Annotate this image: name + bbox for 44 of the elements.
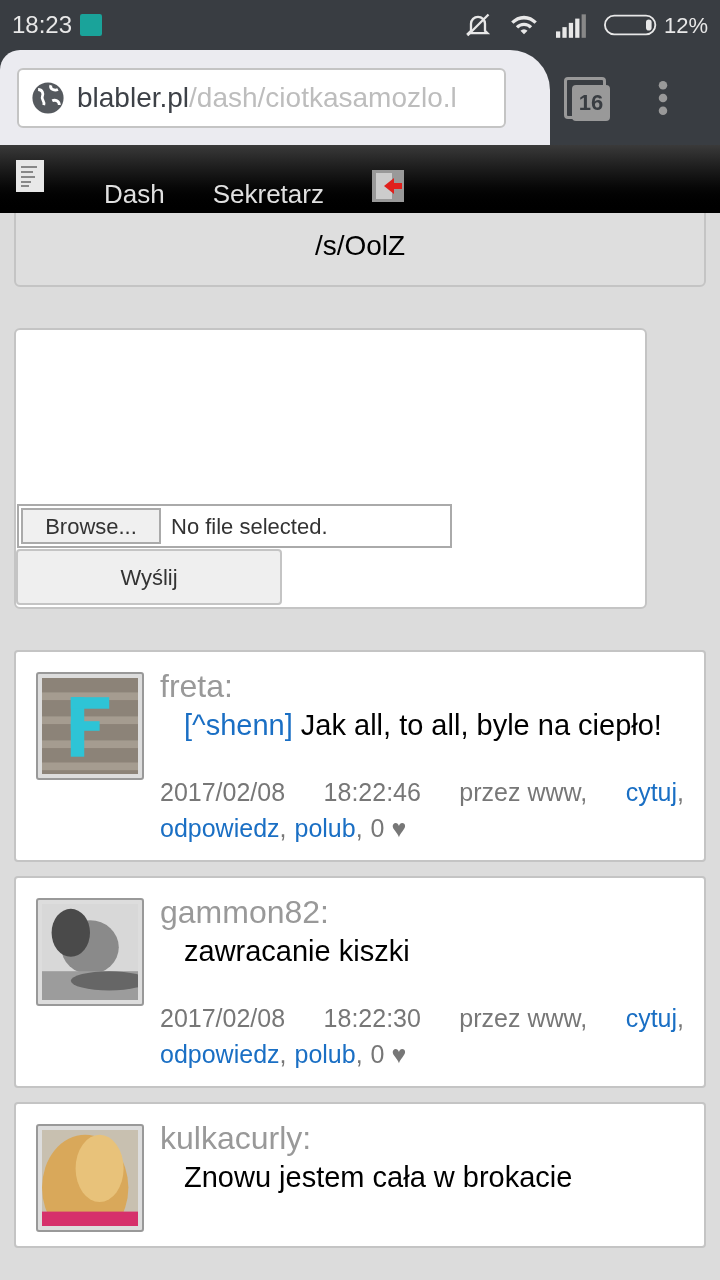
author-name[interactable]: kulkacurly: <box>160 1118 684 1158</box>
reply-link[interactable]: odpowiedz <box>160 1036 280 1072</box>
post-text: [^shenn] Jak all, to all, byle na ciepło! <box>183 708 663 743</box>
clock: 18:23 <box>12 10 73 40</box>
comma: , <box>355 813 363 844</box>
post-date: 2017/02/08 <box>160 777 286 808</box>
comma: , <box>355 1039 363 1070</box>
author-name[interactable]: freta: <box>160 666 684 706</box>
like-link[interactable]: polub <box>294 1036 356 1072</box>
post-time: 18:22:46 <box>323 777 421 808</box>
post-date: 2017/02/08 <box>160 1003 286 1034</box>
document-icon[interactable] <box>16 160 44 192</box>
more-options-icon[interactable] <box>658 80 668 115</box>
comma: , <box>279 1039 287 1070</box>
like-count: 0 ♥ <box>370 1039 407 1070</box>
browse-button[interactable]: Browse... <box>21 508 161 544</box>
quote-link[interactable]: cytuj <box>625 1000 678 1036</box>
nav-link[interactable]: Sekretarz <box>212 175 324 214</box>
comma: , <box>279 813 287 844</box>
logout-icon[interactable] <box>371 170 404 202</box>
mention-link[interactable]: [^shenn] <box>184 709 293 741</box>
post-source: przez www, <box>459 1003 588 1034</box>
app-notification-icon <box>80 14 103 36</box>
like-count: 0 ♥ <box>370 813 407 844</box>
author-name[interactable]: gammon82: <box>160 892 684 932</box>
post-text: zawracanie kiszki <box>183 934 411 969</box>
globe-icon <box>31 80 65 115</box>
comma: , <box>677 777 684 808</box>
url-field[interactable]: blabler.pl/dash/ciotkasamozlo.l <box>17 67 506 128</box>
url-text: blabler.pl/dash/ciotkasamozlo.l <box>77 80 457 115</box>
reply-link[interactable]: odpowiedz <box>160 810 280 846</box>
post-text: Znowu jestem cała w brokacie <box>183 1160 574 1195</box>
signal-icon <box>555 12 588 38</box>
nav-link[interactable]: Dash <box>104 175 165 214</box>
post-time: 18:22:30 <box>323 1003 421 1034</box>
file-input[interactable]: Browse... No file selected. <box>17 504 452 548</box>
file-status: No file selected. <box>171 512 328 541</box>
battery-level: 12% <box>663 11 708 40</box>
post-source: przez www, <box>459 777 588 808</box>
quote-link[interactable]: cytuj <box>625 774 678 810</box>
send-button[interactable]: Wyślij <box>16 549 282 605</box>
comma: , <box>677 1003 684 1034</box>
status-message: /s/OolZ <box>314 229 406 263</box>
like-link[interactable]: polub <box>294 810 356 846</box>
